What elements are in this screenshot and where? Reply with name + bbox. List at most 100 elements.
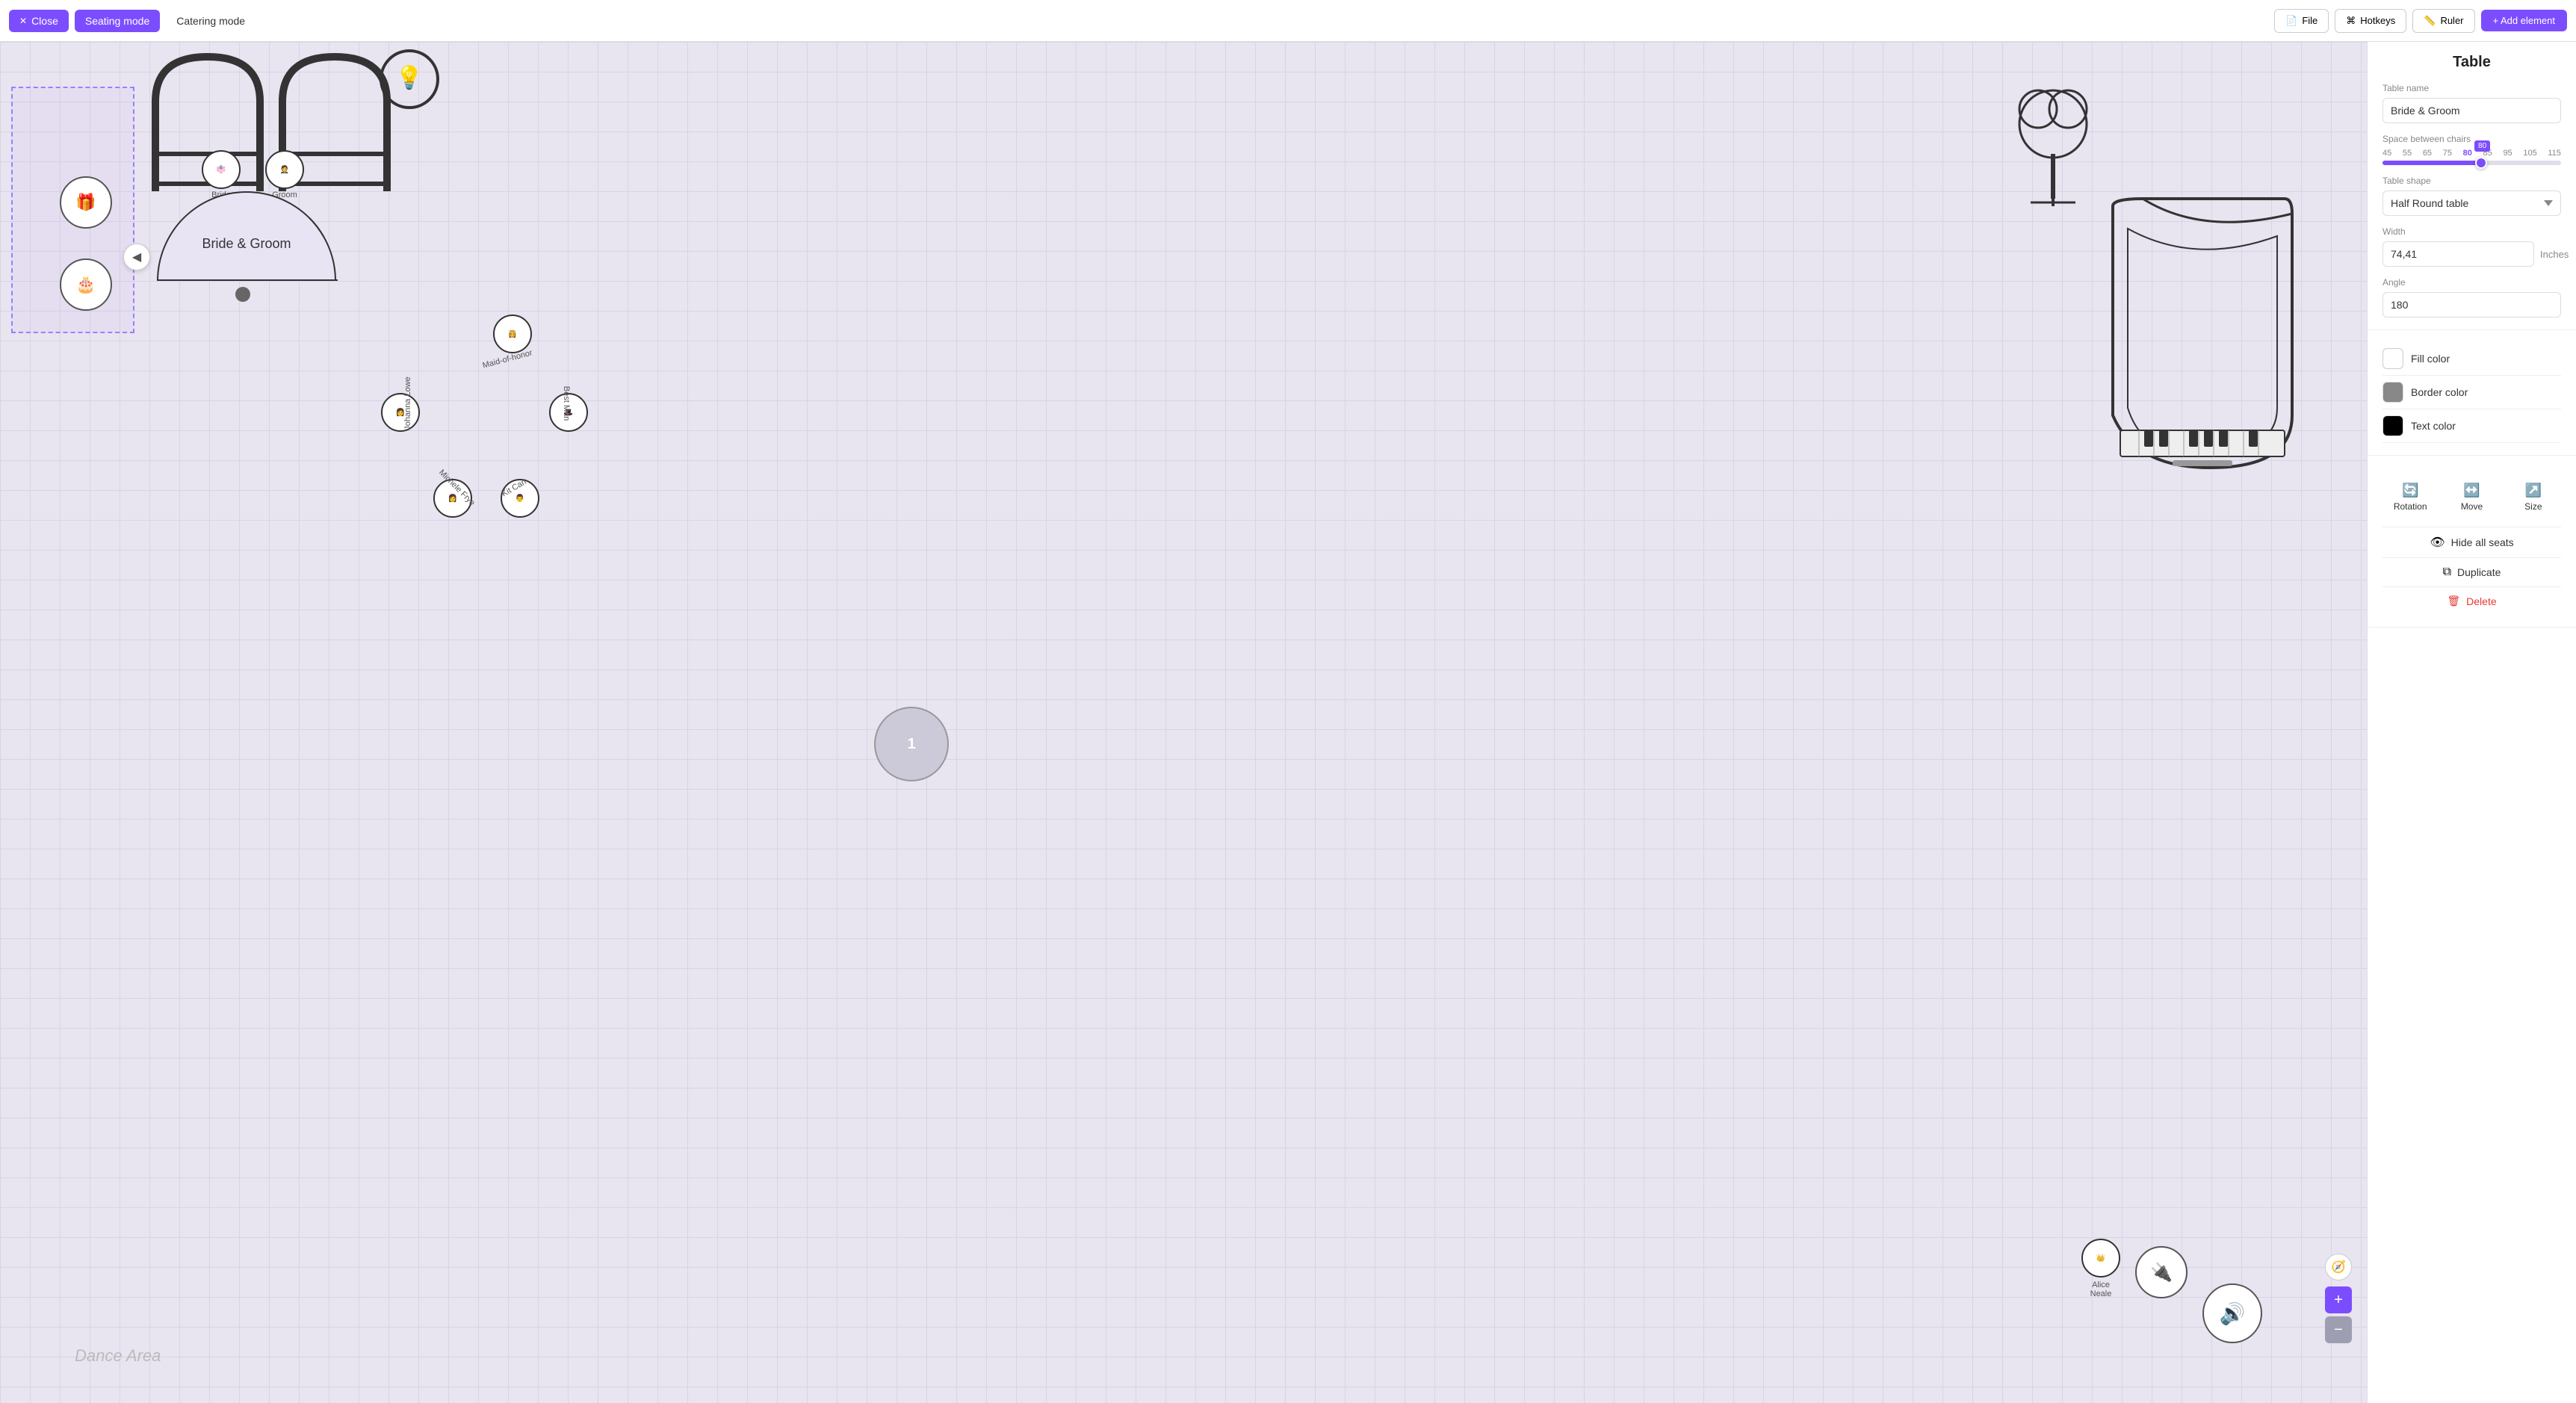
johanna-seat[interactable]: 👩 [381,393,420,432]
hotkeys-button[interactable]: ⌘ Hotkeys [2335,9,2406,33]
angle-field-label: Angle [2383,277,2561,288]
tree-element [2008,87,2098,236]
slider-value: 80 [2474,140,2490,152]
width-field-label: Width [2383,226,2561,237]
close-button[interactable]: Close [9,10,69,32]
outlet-element: 🔌 [2135,1246,2188,1298]
rotation-icon: 🔄 [2402,483,2418,498]
slider-track: 80 [2383,161,2561,165]
piano-element [2098,191,2307,479]
groom-seat[interactable]: 🤵 [265,150,304,189]
delete-label: Delete [2466,595,2496,607]
rotation-label: Rotation [2394,501,2427,512]
angle-input[interactable] [2383,292,2561,318]
add-element-button[interactable]: + Add element [2481,10,2567,31]
johanna-label: Johanna Lowe [403,377,412,430]
size-icon: ↗️ [2525,483,2542,498]
cake-icon-element: 🎂 [60,258,112,311]
actions-grid: 🔄 Rotation ↔️ Move ↗️ Size [2383,468,2561,527]
move-icon: ↔️ [2463,483,2480,498]
border-color-label: Border color [2411,386,2468,398]
right-panel: Table Table name Space between chairs 45… [2367,42,2576,1403]
size-label: Size [2524,501,2542,512]
hide-seats-label: Hide all seats [2451,536,2514,548]
size-button[interactable]: ↗️ Size [2506,477,2561,518]
groom-person-icon: 🤵 [280,166,289,174]
speaker-element: 🔊 [2202,1283,2262,1343]
delete-icon: 🗑 [2447,595,2460,607]
rotation-button[interactable]: 🔄 Rotation [2383,477,2438,518]
hide-seats-icon: 👁 [2430,535,2445,550]
catering-mode-tab[interactable]: Catering mode [166,10,256,32]
toolbar-right: 📄 File ⌘ Hotkeys 📏 Ruler + Add element [2274,9,2567,33]
toolbar: Close Seating mode Catering mode 📄 File … [0,0,2576,42]
half-round-table-body[interactable]: Bride & Groom [157,191,336,281]
duplicate-icon: ⧉ [2443,566,2451,579]
kit-person-icon: 👨 [515,495,524,503]
unit-label: Inches [2540,249,2569,260]
border-color-swatch[interactable] [2383,382,2403,403]
text-color-row[interactable]: Text color [2383,409,2561,443]
zoom-controls: 🧭 + − [2325,1254,2352,1343]
nav-left-arrow[interactable]: ◀ [123,244,150,270]
hotkeys-icon: ⌘ [2346,15,2356,27]
slider-labels: 45 55 65 75 80 85 95 105 115 [2383,149,2561,158]
canvas[interactable]: 🎁 🎂 💡 👘 Bride [0,42,2367,1403]
space-chairs-label: Space between chairs [2383,134,2561,144]
text-color-label: Text color [2411,420,2456,432]
table-shape-select[interactable]: Half Round table Round table Square tabl… [2383,191,2561,216]
zoom-in-button[interactable]: + [2325,1286,2352,1313]
alice-neale-label: AliceNeale [2081,1280,2120,1298]
maid-person-icon: 👸 [508,330,517,338]
color-section: Fill color Border color Text color [2368,330,2576,456]
bride-seat-area: 👘 Bride [202,150,241,198]
svg-text:💡: 💡 [395,64,423,90]
bride-seat[interactable]: 👘 [202,150,241,189]
table-name-field-label: Table name [2383,83,2561,93]
move-button[interactable]: ↔️ Move [2444,477,2499,518]
main-area: 🎁 🎂 💡 👘 Bride [0,42,2576,1403]
duplicate-label: Duplicate [2457,566,2501,578]
dance-area-label: Dance Area [75,1346,161,1366]
compass-button[interactable]: 🧭 [2325,1254,2352,1280]
best-man-label: Best Man [562,386,571,421]
text-color-swatch[interactable] [2383,415,2403,436]
table-name-display: Bride & Groom [202,236,291,252]
duplicate-row[interactable]: ⧉ Duplicate [2383,558,2561,587]
move-label: Move [2461,501,2483,512]
ruler-icon: 📏 [2424,15,2436,27]
zoom-out-button[interactable]: − [2325,1316,2352,1343]
gift-icon-element: 🎁 [60,176,112,229]
delete-button[interactable]: 🗑 Delete [2383,587,2561,615]
slider-fill [2383,161,2480,165]
hide-seats-row[interactable]: 👁 Hide all seats [2383,527,2561,558]
border-color-row[interactable]: Border color [2383,376,2561,409]
outlet-icon-element: 🔌 [2135,1246,2188,1298]
groom-seat-area: 🤵 Groom [265,150,304,198]
table-name-input[interactable] [2383,98,2561,123]
round-table-1[interactable]: 1 [874,707,949,781]
fill-color-swatch[interactable] [2383,348,2403,369]
ruler-button[interactable]: 📏 Ruler [2412,9,2474,33]
bride-groom-table-group[interactable]: 👘 Bride 🤵 Groom Bride & Groom [157,191,336,281]
slider-thumb[interactable]: 80 [2475,157,2487,169]
bride-person-icon: 👘 [217,166,226,174]
michele-person-icon: 👩 [448,495,457,503]
maid-honor-seat[interactable]: 👸 [493,315,532,353]
width-row: Inches [2383,241,2561,267]
alice-neale-area: 👑 AliceNeale [2081,1239,2120,1298]
table-bottom-line [158,279,338,281]
fill-color-label: Fill color [2411,353,2450,365]
actions-section: 🔄 Rotation ↔️ Move ↗️ Size 👁 Hide all se… [2368,456,2576,628]
width-input[interactable] [2383,241,2534,267]
fill-color-row[interactable]: Fill color [2383,342,2561,376]
file-button[interactable]: 📄 File [2274,9,2329,33]
alice-neale-seat[interactable]: 👑 [2081,1239,2120,1277]
table-shape-label: Table shape [2383,176,2561,186]
file-icon: 📄 [2285,15,2297,27]
rotation-handle[interactable] [235,287,250,302]
speaker-icon-element: 🔊 [2202,1283,2262,1343]
alice-person-icon: 👑 [2096,1254,2105,1263]
panel-header: Table Table name Space between chairs 45… [2368,42,2576,330]
seating-mode-tab[interactable]: Seating mode [75,10,160,32]
